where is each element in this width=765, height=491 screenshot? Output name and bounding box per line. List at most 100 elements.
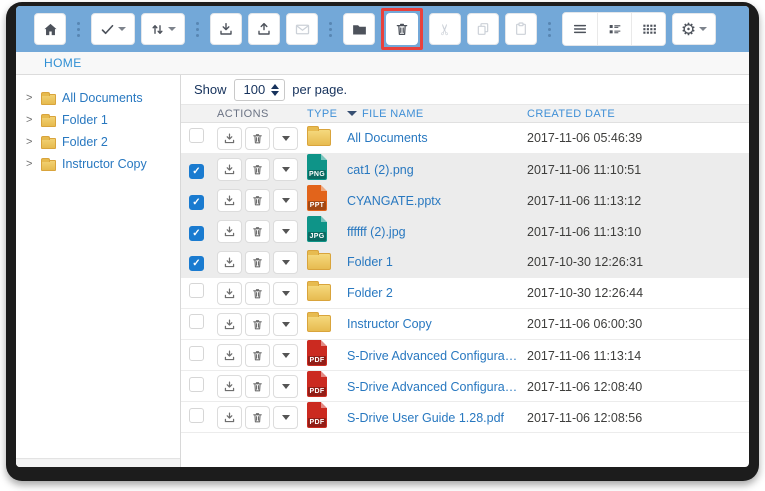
chevron-right-icon[interactable]: >: [26, 158, 35, 170]
row-checkbox[interactable]: [189, 377, 204, 392]
caret-down-icon: [699, 27, 707, 31]
tree-item[interactable]: > Folder 1: [16, 109, 180, 131]
paste-button[interactable]: [505, 13, 537, 45]
folder-icon: [41, 138, 56, 149]
upload-button[interactable]: [248, 13, 280, 45]
home-button[interactable]: [34, 13, 66, 45]
row-download-button[interactable]: [217, 313, 242, 336]
download-button[interactable]: [210, 13, 242, 45]
chevron-right-icon[interactable]: >: [26, 114, 35, 126]
column-header-created-date[interactable]: CREATED DATE: [527, 108, 749, 120]
row-checkbox[interactable]: [189, 164, 204, 179]
file-name-link[interactable]: cat1 (2).png: [347, 163, 527, 177]
stepper-down-icon[interactable]: [271, 91, 279, 96]
column-header-file-name[interactable]: FILE NAME: [347, 108, 527, 120]
row-checkbox[interactable]: [189, 314, 204, 329]
row-checkbox[interactable]: [189, 408, 204, 423]
page-size-stepper[interactable]: 100: [234, 79, 286, 101]
file-name-link[interactable]: S-Drive User Guide 1.28.pdf: [347, 411, 527, 425]
file-name-link[interactable]: S-Drive Advanced Configuration Gui...: [347, 380, 527, 394]
caret-down-icon: [282, 322, 290, 327]
row-delete-button[interactable]: [245, 189, 270, 212]
row-more-button[interactable]: [273, 282, 298, 305]
page-size-value[interactable]: 100: [244, 82, 266, 97]
row-checkbox[interactable]: [189, 346, 204, 361]
email-button[interactable]: [286, 13, 318, 45]
tree-item-label: Folder 1: [62, 113, 108, 127]
row-delete-button[interactable]: [245, 282, 270, 305]
row-delete-button[interactable]: [245, 313, 270, 336]
file-name-link[interactable]: Folder 1: [347, 255, 527, 269]
row-delete-button[interactable]: [245, 220, 270, 243]
row-download-button[interactable]: [217, 282, 242, 305]
list-view-button[interactable]: [563, 13, 597, 45]
tree-item[interactable]: > Folder 2: [16, 131, 180, 153]
row-actions: [217, 344, 307, 367]
cut-button[interactable]: ✂: [429, 13, 461, 45]
new-folder-button[interactable]: [343, 13, 375, 45]
row-download-button[interactable]: [217, 189, 242, 212]
column-header-type[interactable]: TYPE: [307, 108, 347, 120]
row-more-button[interactable]: [273, 251, 298, 274]
breadcrumb-bar: HOME: [16, 52, 749, 75]
row-more-button[interactable]: [273, 127, 298, 150]
envelope-icon: [294, 21, 311, 38]
row-delete-button[interactable]: [245, 127, 270, 150]
file-name-link[interactable]: S-Drive Advanced Configuration Gui...: [347, 349, 527, 363]
trash-icon: [394, 21, 410, 37]
row-more-button[interactable]: [273, 189, 298, 212]
settings-dropdown-button[interactable]: ⚙: [672, 13, 716, 45]
row-delete-button[interactable]: [245, 344, 270, 367]
row-more-button[interactable]: [273, 406, 298, 429]
row-download-button[interactable]: [217, 127, 242, 150]
file-name-link[interactable]: Folder 2: [347, 286, 527, 300]
row-checkbox[interactable]: [189, 256, 204, 271]
row-more-button[interactable]: [273, 220, 298, 243]
select-dropdown-button[interactable]: [91, 13, 135, 45]
row-download-button[interactable]: [217, 251, 242, 274]
stepper-up-icon[interactable]: [271, 84, 279, 89]
row-more-button[interactable]: [273, 313, 298, 336]
row-download-button[interactable]: [217, 158, 242, 181]
row-more-button[interactable]: [273, 344, 298, 367]
file-type-label: PDF: [308, 418, 326, 427]
row-download-button[interactable]: [217, 344, 242, 367]
toolbar-divider: [329, 22, 332, 37]
sidebar-horizontal-scrollbar[interactable]: [16, 458, 180, 467]
folder-icon: [41, 116, 56, 127]
row-actions: [217, 158, 307, 181]
delete-button[interactable]: [386, 13, 418, 45]
row-delete-button[interactable]: [245, 251, 270, 274]
download-icon: [223, 287, 236, 300]
row-delete-button[interactable]: [245, 158, 270, 181]
row-download-button[interactable]: [217, 375, 242, 398]
row-delete-button[interactable]: [245, 406, 270, 429]
row-checkbox[interactable]: [189, 195, 204, 210]
file-name-link[interactable]: CYANGATE.pptx: [347, 194, 527, 208]
copy-button[interactable]: [467, 13, 499, 45]
row-checkbox[interactable]: [189, 128, 204, 143]
tree-item[interactable]: > All Documents: [16, 87, 180, 109]
chevron-right-icon[interactable]: >: [26, 92, 35, 104]
file-name-link[interactable]: ffffff (2).jpg: [347, 225, 527, 239]
check-icon: [100, 22, 115, 37]
chevron-right-icon[interactable]: >: [26, 136, 35, 148]
row-checkbox[interactable]: [189, 283, 204, 298]
toolbar-divider: [77, 22, 80, 37]
trash-icon: [251, 380, 264, 393]
tree-item[interactable]: > Instructor Copy: [16, 153, 180, 175]
file-name-link[interactable]: Instructor Copy: [347, 317, 527, 331]
file-name-link[interactable]: All Documents: [347, 131, 527, 145]
delete-button-highlight: [381, 8, 423, 50]
row-download-button[interactable]: [217, 406, 242, 429]
row-download-button[interactable]: [217, 220, 242, 243]
row-more-button[interactable]: [273, 375, 298, 398]
grid-view-button[interactable]: [631, 13, 665, 45]
sort-dropdown-button[interactable]: [141, 13, 185, 45]
download-icon: [223, 194, 236, 207]
row-more-button[interactable]: [273, 158, 298, 181]
breadcrumb-home-link[interactable]: HOME: [44, 56, 82, 70]
row-checkbox[interactable]: [189, 226, 204, 241]
detail-view-button[interactable]: [597, 13, 631, 45]
row-delete-button[interactable]: [245, 375, 270, 398]
